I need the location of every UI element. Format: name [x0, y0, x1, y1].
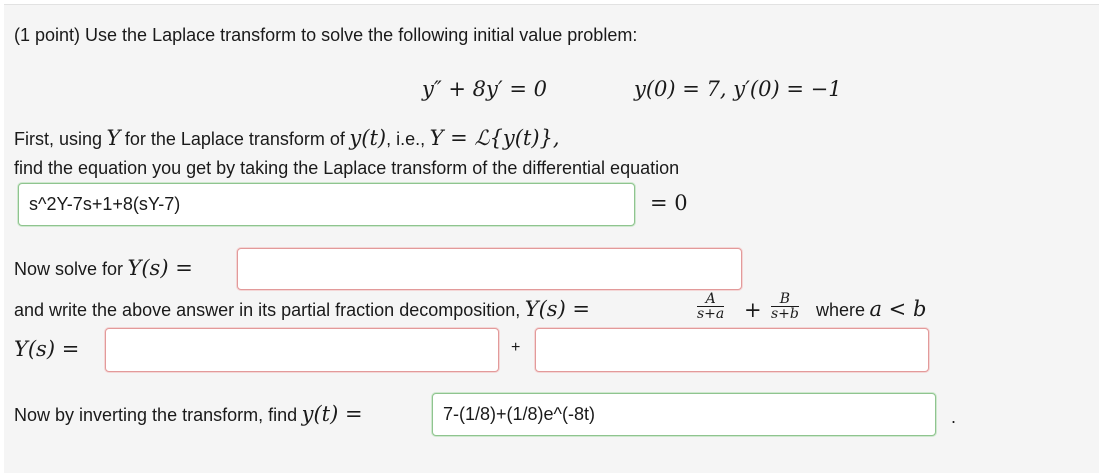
step3-text: and write the above answer in its partia… — [14, 300, 521, 320]
Ys-equals: Y(s) = — [127, 256, 193, 280]
Ys-equals-2: Y(s) = — [524, 297, 591, 321]
problem-panel: (1 point) Use the Laplace transform to s… — [4, 4, 1099, 473]
step4-line: Now by inverting the transform, find y(t… — [14, 401, 363, 430]
partial-fraction-input-1[interactable] — [105, 328, 499, 372]
fraction-A-numerator: A — [697, 292, 725, 307]
laplace-equation-input[interactable]: s^2Y-7s+1+8(sY-7) — [18, 183, 635, 226]
fraction-A: A s+a — [697, 292, 725, 322]
problem-intro: (1 point) Use the Laplace transform to s… — [14, 25, 638, 45]
step2-text: Now solve for — [14, 259, 124, 279]
step1-text-b: for the Laplace transform of — [124, 129, 345, 149]
trailing-period: . — [951, 407, 957, 427]
yt-symbol: y(t) — [349, 126, 387, 150]
a-less-than-b: a < b — [869, 297, 927, 321]
Ys-label: Y(s) = — [14, 337, 80, 361]
ode-equation: y″ + 8y′ = 0 — [422, 77, 547, 101]
initial-conditions: y(0) = 7, y′(0) = −1 — [634, 77, 842, 101]
plus-sign-inputs: + — [511, 339, 521, 356]
Ys-solution-input[interactable] — [237, 248, 742, 290]
where-text: where — [816, 300, 866, 320]
step2-line: Now solve for Y(s) = — [14, 255, 193, 284]
plus-sign-fraction: + — [744, 298, 762, 322]
partial-fraction-input-2[interactable] — [535, 328, 929, 372]
step1-line1: First, using Y for the Laplace transform… — [14, 125, 560, 154]
where-condition: where a < b — [816, 296, 926, 325]
laplace-definition: Y = ℒ{y(t)}, — [429, 126, 560, 150]
step1-text-a: First, using — [14, 129, 103, 149]
inverse-transform-input[interactable]: 7-(1/8)+(1/8)e^(-8t) — [432, 393, 936, 436]
step1-line2: find the equation you get by taking the … — [14, 158, 680, 178]
step3-line: and write the above answer in its partia… — [14, 296, 590, 325]
fraction-B: B s+b — [771, 292, 799, 321]
equals-zero: = 0 — [650, 191, 688, 215]
step1-text-c: , i.e., — [386, 129, 426, 149]
fraction-B-denominator: s+b — [771, 306, 799, 322]
fraction-A-denominator: s+a — [697, 306, 725, 322]
Y-symbol: Y — [106, 126, 121, 150]
step4-text: Now by inverting the transform, find — [14, 405, 298, 425]
yt-equals: y(t) = — [301, 402, 363, 426]
fraction-B-numerator: B — [771, 292, 799, 307]
